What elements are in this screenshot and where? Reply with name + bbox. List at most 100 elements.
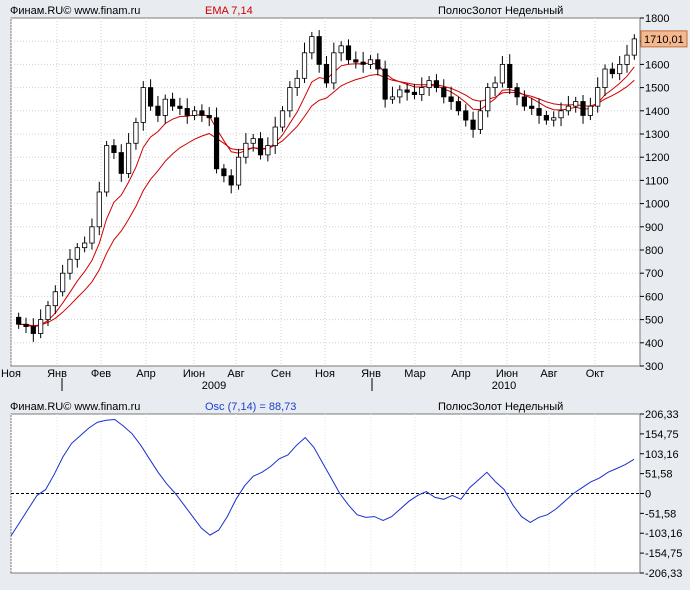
main-year-label: 2009	[202, 380, 226, 392]
candle-body	[411, 91, 418, 95]
osc-y-tick-label: 51,58	[645, 469, 673, 481]
candle-body	[272, 126, 278, 147]
main-x-tick-label: Ноя	[315, 368, 335, 380]
candle-body	[536, 108, 542, 116]
candle-body	[360, 61, 366, 65]
candle-body	[126, 142, 132, 174]
main-y-tick-label: 700	[645, 268, 663, 280]
candle-body	[287, 87, 293, 112]
main-x-tick-label: Окт	[586, 368, 605, 380]
main-x-tick-label: Апр	[451, 368, 470, 380]
candle-body	[301, 52, 308, 79]
main-x-tick-label: Янв	[361, 368, 381, 380]
candle-body	[199, 110, 205, 116]
candle-body	[309, 36, 315, 54]
candle-body	[529, 105, 535, 109]
candle-body	[294, 77, 300, 88]
candle-body	[455, 101, 462, 112]
candle-body	[389, 96, 396, 100]
candle-body	[448, 96, 454, 102]
main-y-tick-label: 300	[645, 361, 663, 373]
main-y-tick-label: 1100	[645, 175, 669, 187]
main-x-tick-label: Мар	[404, 368, 426, 380]
last-price-label: 1710,01	[644, 34, 684, 46]
candle-body	[228, 175, 234, 186]
candle-body	[60, 272, 66, 293]
osc-y-tick-label: -206,33	[645, 568, 682, 580]
main-y-tick-label: 400	[645, 338, 663, 350]
candle-body	[38, 319, 44, 334]
candle-body	[323, 64, 330, 84]
candle-body	[367, 59, 374, 65]
osc-y-tick-label: 154,75	[645, 429, 679, 441]
main-x-tick-label: Апр	[136, 368, 155, 380]
candle-body	[404, 89, 410, 93]
candle-body	[213, 117, 220, 170]
main-y-tick-label: 1500	[645, 83, 669, 95]
candle-body	[492, 82, 498, 88]
candle-body	[140, 87, 146, 123]
osc-y-tick-label: 206,33	[645, 409, 679, 421]
main-y-tick-label: 600	[645, 291, 663, 303]
candle-body	[265, 145, 271, 156]
candle-body	[543, 115, 549, 121]
candle-body	[316, 36, 322, 65]
main-x-tick-label: Авг	[227, 368, 244, 380]
candle-body	[617, 64, 623, 75]
candle-body	[235, 156, 242, 186]
candle-body	[243, 142, 249, 158]
candle-body	[558, 110, 564, 119]
main-x-tick-label: Янв	[47, 368, 67, 380]
candle-body	[206, 115, 212, 119]
osc-y-tick-label: -51,58	[645, 508, 676, 520]
candle-body	[419, 87, 425, 95]
candle-body	[507, 64, 513, 89]
candle-body	[397, 89, 403, 98]
osc-y-tick-label: -103,16	[645, 528, 682, 540]
candle-body	[147, 87, 154, 107]
candle-body	[463, 110, 469, 121]
candle-body	[250, 138, 256, 144]
candle-body	[169, 98, 176, 107]
osc-y-tick-label: -154,75	[645, 548, 682, 560]
osc-y-tick-label: 103,16	[645, 449, 679, 461]
candle-body	[338, 45, 344, 54]
candle-body	[45, 305, 51, 320]
candle-body	[382, 68, 388, 100]
candle-body	[16, 316, 22, 325]
candle-body	[111, 145, 117, 153]
candle-body	[499, 64, 506, 84]
main-year-label: 2010	[492, 380, 516, 392]
candle-body	[375, 59, 381, 70]
main-y-tick-label: 800	[645, 245, 663, 257]
candle-body	[345, 45, 352, 61]
candle-body	[477, 110, 484, 130]
main-x-tick-label: Ноя	[1, 368, 21, 380]
candle-body	[23, 323, 29, 327]
candle-body	[177, 105, 183, 109]
candle-body	[587, 105, 593, 116]
candle-body	[155, 105, 161, 116]
main-y-tick-label: 1400	[645, 106, 669, 118]
main-x-tick-label: Фев	[91, 368, 111, 380]
candle-body	[514, 87, 520, 98]
candle-body	[426, 80, 432, 88]
main-x-tick-label: Сен	[271, 368, 291, 380]
main-y-tick-label: 900	[645, 222, 663, 234]
candle-body	[573, 101, 579, 107]
candle-body	[82, 242, 88, 249]
candle-body	[485, 87, 491, 112]
main-y-tick-label: 1800	[645, 13, 669, 25]
candle-body	[595, 87, 601, 107]
candle-body	[184, 108, 190, 116]
candle-body	[104, 145, 110, 193]
candle-body	[257, 138, 264, 156]
candle-body	[162, 98, 168, 116]
main-y-tick-label: 500	[645, 315, 663, 327]
candle-body	[521, 96, 527, 107]
candle-body	[441, 87, 447, 98]
chart-area: 300 400 500 600 700 800 900 1000 1100 1200 1300 140…	[1, 13, 688, 580]
candle-body	[331, 52, 337, 84]
candle-body	[551, 117, 557, 121]
candle-body	[580, 101, 586, 116]
